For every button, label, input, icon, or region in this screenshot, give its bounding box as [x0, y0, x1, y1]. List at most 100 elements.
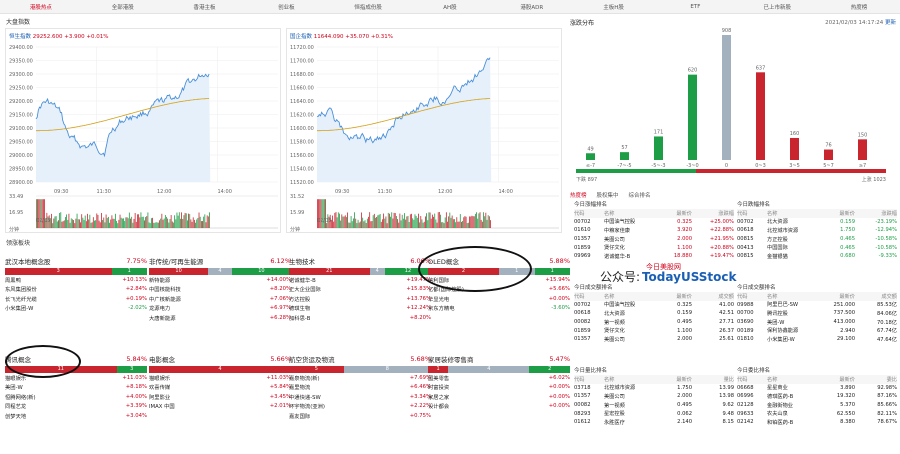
sector-stock-row[interactable]: 创梦天地 +3.04%	[5, 411, 147, 421]
table-row[interactable]: 01357 美图公司 2.000 13.98	[574, 392, 734, 401]
sector-stock-row[interactable]: 大唐新能源 +6.28%	[149, 313, 291, 323]
sector-stock-row[interactable]: 家居之家 +0.00%	[428, 392, 570, 402]
table-row[interactable]: 06668 星星商业 3.890 92.98%	[737, 384, 897, 393]
hscei-chart[interactable]: 国企指数 11644.090 +35.070 +0.31% 11720.00 11…	[286, 28, 562, 233]
table-row[interactable]: 00815 金猫银猫 0.680 -9.33%	[737, 252, 897, 261]
column-header: 最新价	[676, 210, 692, 217]
table-cell: -10.58%	[875, 244, 897, 251]
sector-stock-row[interactable]: 小米集团-W -2.02%	[5, 304, 147, 314]
nav-tab[interactable]: 热度榜	[818, 3, 900, 11]
table-row[interactable]: 00618 北大资源 0.159 42.51	[574, 309, 734, 318]
volume-bar	[199, 216, 201, 228]
table-row[interactable]: 01859 煲仔文化 1.100 +20.88%	[574, 243, 734, 252]
table-row[interactable]: 00082 第一视频 0.495 27.71	[574, 318, 734, 327]
sector-stock-row[interactable]: 嘉泉物流(新) +7.69%	[289, 373, 431, 383]
sector-stock-row[interactable]: 中广核新能源 +7.06%	[149, 294, 291, 304]
table-row[interactable]: 01357 美图公司 2.000 25.61	[574, 335, 734, 344]
hsi-chart[interactable]: 恒生指数 29252.600 +3.900 +0.01% 29400.00 293…	[5, 28, 281, 233]
sector-stock-row[interactable]: 方达控股 +13.76%	[289, 294, 431, 304]
nav-tab[interactable]: 港股ADR	[491, 3, 573, 11]
sector-stock-row[interactable]: 京东方精电 -3.60%	[428, 304, 570, 314]
table-row[interactable]: 03718 北控城市资源 1.750 13.99	[574, 384, 734, 393]
sector-stock-row[interactable]: 嘉里物流 +6.46%	[289, 383, 431, 393]
table-row[interactable]: 00618 北控城市资源 1.750 -12.94%	[737, 226, 897, 235]
sector-stock-row[interactable]: 德琪生物 +12.24%	[289, 304, 431, 314]
table-row[interactable]: 09969 诺诚健华-B 18.880 +19.47%	[574, 252, 734, 261]
sector-stock-row[interactable]: 国美零售 +6.02%	[428, 373, 570, 383]
sector-stock-row[interactable]: 长飞光纤光缆 +0.19%	[5, 294, 147, 304]
sector-stock-row[interactable]: 设计都会 +0.00%	[428, 402, 570, 412]
sector-card[interactable]: 航空货运及物流 5.68% 5 8 嘉泉物流(新) +7.69% 嘉里物流 +6.46% 中通快…	[289, 354, 431, 454]
table-row[interactable]: 09988 阿里巴巴-SW 251.000 85.53亿	[737, 301, 897, 310]
sector-stock-row[interactable]: 东风集团股份 +2.84%	[5, 285, 147, 295]
table-row[interactable]: 08293 星宏控股 0.062 9.48	[574, 409, 734, 418]
table-row[interactable]: 00815 方正控股 0.465 -10.58%	[737, 235, 897, 244]
table-row[interactable]: 02142 和铂医药-B 8.380 78.67%	[737, 418, 897, 427]
sector-stock-row[interactable]: 新特能源 +14.00%	[149, 275, 291, 285]
nav-tab[interactable]: ETF	[655, 4, 737, 10]
y-tick-label: 11560.00	[290, 153, 314, 159]
volume-bar	[118, 219, 120, 228]
rank-tab[interactable]: 股权集中	[597, 191, 619, 199]
table-row[interactable]: 00700 腾讯控股 737.500 84.06亿	[737, 309, 897, 318]
sector-stock-row[interactable]: 欢喜传媒 +5.84%	[149, 383, 291, 393]
sector-card[interactable]: 电影概念 5.66% 4 猫眼娱乐 +11.03% 欢喜传媒 +5.84% 阿里影业 +3.45…	[149, 354, 291, 454]
ratio-segment: 4	[149, 366, 291, 373]
table-cell: 08293	[574, 410, 591, 417]
table-row[interactable]: 01610 中粮家佳康 3.920 +22.88%	[574, 226, 734, 235]
table-cell: 42.51	[719, 310, 734, 317]
sector-card[interactable]: 家居装修零售商 5.47% 1 4 2 国美零售 +6.02% 时富投资 +0.00% 家居之家 +…	[428, 354, 570, 454]
sector-stock-row[interactable]: 同程艺龙 +3.39%	[5, 402, 147, 412]
table-row[interactable]: 01810 小米集团-W 29.100 47.64亿	[737, 335, 897, 344]
nav-tab[interactable]: AH股	[409, 3, 491, 11]
nav-tab[interactable]: 港股热点	[0, 3, 82, 11]
nav-tab[interactable]: 已上市新股	[736, 3, 818, 11]
sector-stock-row[interactable]: 美团-W +8.18%	[5, 383, 147, 393]
table-row[interactable]: 00702 北大资源 0.159 -23.19%	[737, 218, 897, 227]
sector-stock-row[interactable]: 加科思-B +8.20%	[289, 313, 431, 323]
sector-stock-row[interactable]: 中国核能科技 +8.20%	[149, 285, 291, 295]
sector-stock-row[interactable]: 时富投资 +0.00%	[428, 383, 570, 393]
table-row[interactable]: 00702 中国油气控股 0.325 41.00	[574, 301, 734, 310]
sector-stock-row[interactable]: 华显光电 +0.00%	[428, 294, 570, 304]
sector-stock-row[interactable]: 恒腾网络(新) +4.00%	[5, 392, 147, 402]
sector-stock-row[interactable]: 周黑鸭 +10.13%	[5, 275, 147, 285]
sector-stock-row[interactable]: 猫眼娱乐 +11.03%	[149, 373, 291, 383]
volume-bar	[181, 212, 182, 228]
sector-stock-row[interactable]: 嘉友国际 +0.75%	[289, 411, 431, 421]
sector-stock-row[interactable]: 正大企业国际 +15.83%	[289, 285, 431, 295]
table-row[interactable]: 09633 农夫山泉 62.550 82.11%	[737, 409, 897, 418]
sector-card[interactable]: 非传统/可再生能源 6.12% 10 4 10 新特能源 +14.00% 中国核能科技 +8.2…	[149, 256, 291, 356]
sector-card[interactable]: 生物技术 6.06% 21 4 12 诺诚健华-B +19.47% 正大企业国际 +15.83%…	[289, 256, 431, 356]
volume-bar	[87, 213, 88, 228]
stock-name: IMAX 中国	[149, 404, 175, 411]
nav-tab[interactable]: 主板H股	[573, 3, 655, 11]
table-row[interactable]: 01859 煲仔文化 1.100 26.37	[574, 326, 734, 335]
sector-stock-row[interactable]: 龙源电力 +6.97%	[149, 304, 291, 314]
table-row[interactable]: 02128 金融街物业 5.370 85.66%	[737, 401, 897, 410]
table-row[interactable]: 00189 保利协鑫能源 2.940 67.74亿	[737, 326, 897, 335]
rank-tab[interactable]: 综合排名	[629, 191, 651, 199]
table-cell: 2.000	[677, 336, 692, 343]
sector-stock-row[interactable]: 中通快递-SW +3.34%	[289, 392, 431, 402]
table-row[interactable]: 01357 美图公司 2.000 +21.95%	[574, 235, 734, 244]
volume-bar	[112, 218, 114, 228]
rank-tab[interactable]: 热度榜	[570, 191, 587, 199]
nav-tab[interactable]: 全部港股	[82, 3, 164, 11]
table-row[interactable]: 00702 中国油气控股 0.325 +25.00%	[574, 218, 734, 227]
volume-bar	[200, 221, 202, 228]
nav-tab[interactable]: 恒指成份股	[327, 3, 409, 11]
table-row[interactable]: 01612 永胜医疗 2.140 8.15	[574, 418, 734, 427]
table-row[interactable]: 00082 第一视频 0.495 9.62	[574, 401, 734, 410]
table-row[interactable]: 03690 美团-W 413.000 70.18亿	[737, 318, 897, 327]
table-cell: 阿里巴巴-SW	[767, 302, 799, 309]
table-row[interactable]: 00413 中国国际 0.465 -10.58%	[737, 243, 897, 252]
sector-stock-row[interactable]: 阿里影业 +3.45%	[149, 392, 291, 402]
sector-card[interactable]: 武汉本地概念股 7.75% 3 1 周黑鸭 +10.13% 东风集团股份 +2.84% 长飞光纤…	[5, 256, 147, 356]
nav-tab[interactable]: 创业板	[245, 3, 327, 11]
sector-stock-row[interactable]: 诺诚健华-B +19.47%	[289, 275, 431, 285]
sector-stock-row[interactable]: IMAX 中国 +2.01%	[149, 402, 291, 412]
table-row[interactable]: 06996 德琪医药-B 19.320 87.16%	[737, 392, 897, 401]
sector-stock-row[interactable]: 环宇物流(亚洲) +2.22%	[289, 402, 431, 412]
nav-tab[interactable]: 香港主板	[164, 3, 246, 11]
